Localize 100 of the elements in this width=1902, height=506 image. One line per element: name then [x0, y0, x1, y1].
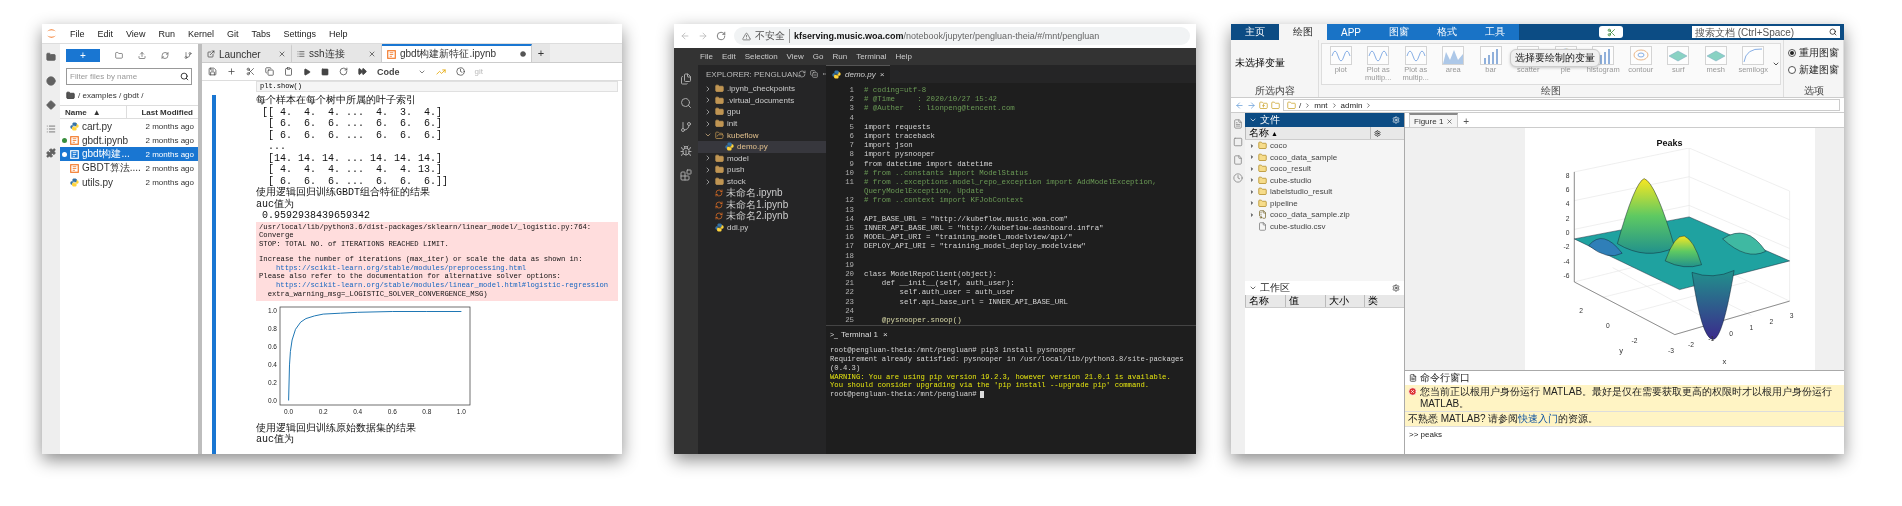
file-row[interactable]: cube-studio.csv — [1245, 220, 1404, 232]
insert-cell-icon[interactable] — [227, 67, 236, 76]
run-all-icon[interactable] — [358, 67, 367, 76]
file-row[interactable]: gbdt构建... 2 months ago — [60, 147, 198, 161]
upload-icon[interactable] — [137, 50, 146, 60]
tree-item[interactable]: push — [698, 164, 826, 176]
add-tab-button[interactable]: + — [532, 44, 550, 62]
column-settings-icon[interactable] — [1373, 129, 1381, 137]
search-icon[interactable] — [680, 97, 692, 109]
ribbon-tab[interactable]: 格式 — [1423, 24, 1471, 40]
ribbon-tab[interactable]: 工具 — [1471, 24, 1519, 40]
file-row[interactable]: labelstudio_result — [1245, 186, 1404, 198]
refresh-icon[interactable] — [798, 70, 807, 78]
tree-item[interactable]: demo.py — [698, 140, 826, 153]
collapse-icon[interactable] — [1249, 284, 1257, 292]
quick-start-link[interactable]: 快速入门 — [1518, 413, 1559, 424]
add-figure-button[interactable]: + — [1458, 116, 1475, 127]
breadcrumb[interactable]: / examples / gbdt / — [78, 91, 144, 100]
path-segment[interactable]: mnt — [1314, 100, 1328, 110]
files-icon[interactable] — [680, 73, 692, 85]
extensions-icon[interactable] — [680, 169, 692, 181]
git-clone-icon[interactable] — [184, 50, 192, 60]
address-bar[interactable]: 不安全 kfserving.music.woa.com/notebook/jupyter/pengluan-theia/#/mnt/pengluan — [734, 27, 1190, 45]
new-folder-icon[interactable] — [114, 50, 123, 60]
search-field[interactable]: 搜索文档 (Ctrl+Space) — [1692, 26, 1840, 38]
menu-item[interactable]: Help — [329, 28, 348, 39]
editor-tab[interactable]: demo.py × — [826, 65, 891, 83]
running-icon[interactable] — [46, 76, 56, 86]
gallery-expand-icon[interactable] — [1772, 60, 1780, 68]
column-header[interactable]: 名称 — [1249, 126, 1269, 140]
tree-item[interactable]: 未命名2.ipynb — [698, 210, 826, 223]
ribbon-tab[interactable]: 绘图 — [1279, 24, 1327, 40]
tree-item[interactable]: 未命名1.ipynb — [698, 198, 826, 211]
file-row[interactable]: coco — [1245, 140, 1404, 152]
git-icon[interactable] — [46, 100, 56, 110]
clock-icon[interactable] — [455, 67, 465, 76]
column-header[interactable]: Name — [65, 107, 87, 117]
tree-item[interactable]: init — [698, 117, 826, 130]
paste-icon[interactable] — [284, 67, 293, 76]
reload-icon[interactable] — [716, 31, 726, 41]
document-tab[interactable]: Launcher — [202, 44, 292, 62]
close-icon[interactable] — [1446, 117, 1454, 125]
save-icon[interactable] — [208, 67, 217, 76]
radio-option[interactable]: 新建图窗 — [1788, 63, 1839, 77]
document-tab[interactable]: gbdt构建新特征.ipynb — [382, 44, 532, 62]
tree-item[interactable]: kubeflow — [698, 129, 826, 141]
settings-icon[interactable] — [1392, 284, 1400, 292]
quick-access-icon[interactable] — [1606, 27, 1616, 37]
file-row[interactable]: cube-studio — [1245, 174, 1404, 186]
column-header[interactable]: 名称 — [1249, 294, 1269, 308]
cell-collapser[interactable] — [212, 95, 216, 454]
menu-item[interactable]: Run — [832, 52, 848, 61]
menu-item[interactable]: Help — [895, 52, 912, 61]
tree-item[interactable]: 未命名.ipynb — [698, 187, 826, 199]
radio-option[interactable]: 重用图窗 — [1788, 46, 1839, 60]
menu-item[interactable]: Edit — [721, 52, 736, 61]
file-row[interactable]: pipeline — [1245, 197, 1404, 209]
menu-item[interactable]: Run — [158, 28, 175, 39]
command-input[interactable]: >> peaks — [1405, 427, 1844, 442]
ribbon-tab[interactable]: APP — [1327, 24, 1375, 40]
menu-item[interactable]: View — [126, 28, 146, 39]
file-row[interactable]: coco_data_sample.zip — [1245, 209, 1404, 221]
menu-item[interactable]: Edit — [97, 28, 114, 39]
run-icon[interactable] — [303, 67, 311, 76]
stop-icon[interactable] — [321, 67, 329, 76]
restart-icon[interactable] — [339, 67, 348, 76]
menu-item[interactable]: Git — [226, 28, 239, 39]
menu-item[interactable]: Kernel — [187, 28, 214, 39]
tree-item[interactable]: stock — [698, 175, 826, 188]
column-header[interactable]: 大小 — [1328, 294, 1349, 308]
close-icon[interactable] — [368, 50, 376, 58]
menu-item[interactable]: Selection — [744, 52, 778, 61]
menu-item[interactable]: File — [700, 52, 713, 61]
copy-icon[interactable] — [265, 67, 274, 76]
document-tab[interactable]: ssh连接 — [292, 44, 382, 62]
file-row[interactable]: gbdt.ipynb 2 months ago — [60, 133, 198, 147]
cell-type-select[interactable]: Code — [377, 66, 426, 77]
menu-item[interactable]: Terminal — [856, 52, 887, 61]
extension-icon[interactable] — [46, 148, 56, 158]
tree-item[interactable]: model — [698, 152, 826, 165]
menu-item[interactable]: File — [70, 28, 85, 39]
menu-item[interactable]: Go — [812, 52, 824, 61]
source-control-icon[interactable] — [680, 121, 692, 133]
close-icon[interactable]: × — [879, 70, 885, 79]
menu-item[interactable]: Settings — [283, 28, 316, 39]
file-row[interactable]: utils.py 2 months ago — [60, 175, 198, 189]
refresh-icon[interactable] — [160, 50, 169, 60]
column-header[interactable]: 类 — [1368, 294, 1379, 308]
filter-field[interactable]: Filter files by name — [66, 68, 192, 85]
file-row[interactable]: GBDT算法.... 2 months ago — [60, 161, 198, 175]
figure-tab[interactable]: Figure 1 — [1409, 113, 1459, 127]
debug-icon[interactable] — [680, 145, 692, 157]
menu-item[interactable]: Tabs — [251, 28, 271, 39]
file-row[interactable]: coco_data_sample — [1245, 151, 1404, 163]
collapse-icon[interactable] — [1249, 116, 1257, 124]
file-row[interactable]: cart.py 2 months ago — [60, 119, 198, 133]
column-header[interactable]: 值 — [1288, 294, 1299, 308]
column-header[interactable]: Last Modified — [141, 107, 193, 117]
ribbon-tab[interactable]: 图窗 — [1375, 24, 1423, 40]
path-segment[interactable]: / — [1299, 100, 1302, 110]
